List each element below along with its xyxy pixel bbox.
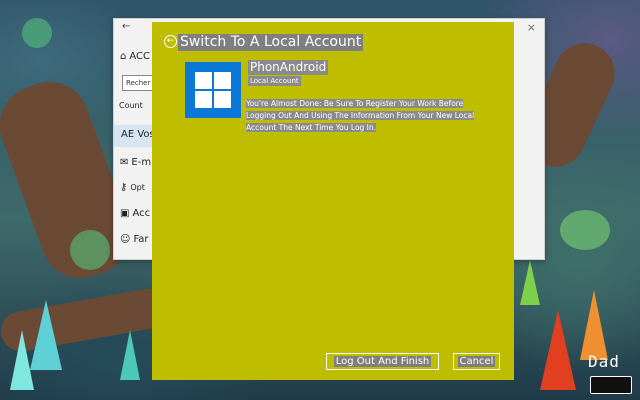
- log-out-finish-button[interactable]: Log Out And Finish: [326, 353, 439, 370]
- crystal-green: [520, 260, 540, 305]
- crystal-teal: [120, 330, 140, 380]
- close-icon[interactable]: ×: [527, 21, 536, 34]
- dialog-message: You're Almost Done: Be Sure To Register …: [246, 98, 486, 134]
- key-icon: ⚷: [120, 182, 128, 193]
- sidebar-item-label: Far: [133, 234, 149, 245]
- home-icon: ⌂: [120, 51, 127, 62]
- sidebar-item-label: E-m: [131, 157, 152, 168]
- leaf-cluster: [560, 210, 610, 250]
- cancel-label: Cancel: [457, 355, 496, 367]
- windows-logo-svg: [195, 72, 231, 108]
- sidebar-item-label: Opt: [130, 183, 145, 192]
- cancel-button[interactable]: Cancel: [453, 353, 500, 370]
- dialog-title: Switch To A Local Account: [178, 34, 364, 51]
- watermark-text: Dad: [588, 352, 620, 371]
- briefcase-icon: ▣: [120, 208, 130, 219]
- crystal-blue: [30, 300, 62, 370]
- sidebar-item-family[interactable]: ☺ Far: [120, 234, 149, 245]
- switch-local-account-dialog: ← Switch To A Local Account PhonAndroid …: [152, 22, 514, 380]
- windows-logo-icon: [185, 62, 241, 118]
- family-icon: ☺: [120, 234, 131, 245]
- mail-icon: ✉: [120, 157, 129, 168]
- sidebar-item-work-access[interactable]: ▣ Acc: [120, 208, 150, 219]
- sidebar-home[interactable]: ⌂ ACC: [120, 51, 150, 62]
- sidebar-item-signin-options[interactable]: ⚷ Opt: [120, 182, 145, 193]
- sidebar-item-email[interactable]: ✉ E-m: [120, 157, 151, 168]
- section-label: Count: [119, 101, 143, 110]
- leaf-cluster: [70, 230, 110, 270]
- sidebar-item-your-info[interactable]: AE Vos: [118, 129, 155, 140]
- sidebar-item-label: AE Vos: [121, 129, 155, 140]
- watermark-logo: Dad: [588, 352, 638, 398]
- crystal-blue: [10, 330, 34, 390]
- crystal-orange: [580, 290, 608, 360]
- back-arrow-icon[interactable]: ←: [164, 35, 177, 48]
- sidebar-item-label: Acc: [132, 208, 151, 219]
- dialog-message-text: You're Almost Done: Be Sure To Register …: [246, 99, 475, 132]
- search-input[interactable]: Recher: [122, 75, 154, 91]
- account-name: PhonAndroid: [248, 60, 329, 75]
- back-arrow-icon[interactable]: ←: [122, 21, 130, 32]
- crystal-red: [540, 310, 576, 390]
- search-placeholder: Recher: [126, 79, 151, 87]
- keyboard-icon: [590, 376, 632, 394]
- account-type: Local Account: [248, 76, 301, 86]
- log-out-finish-label: Log Out And Finish: [333, 355, 432, 367]
- leaf-cluster: [22, 18, 52, 48]
- home-label: ACC: [129, 51, 150, 62]
